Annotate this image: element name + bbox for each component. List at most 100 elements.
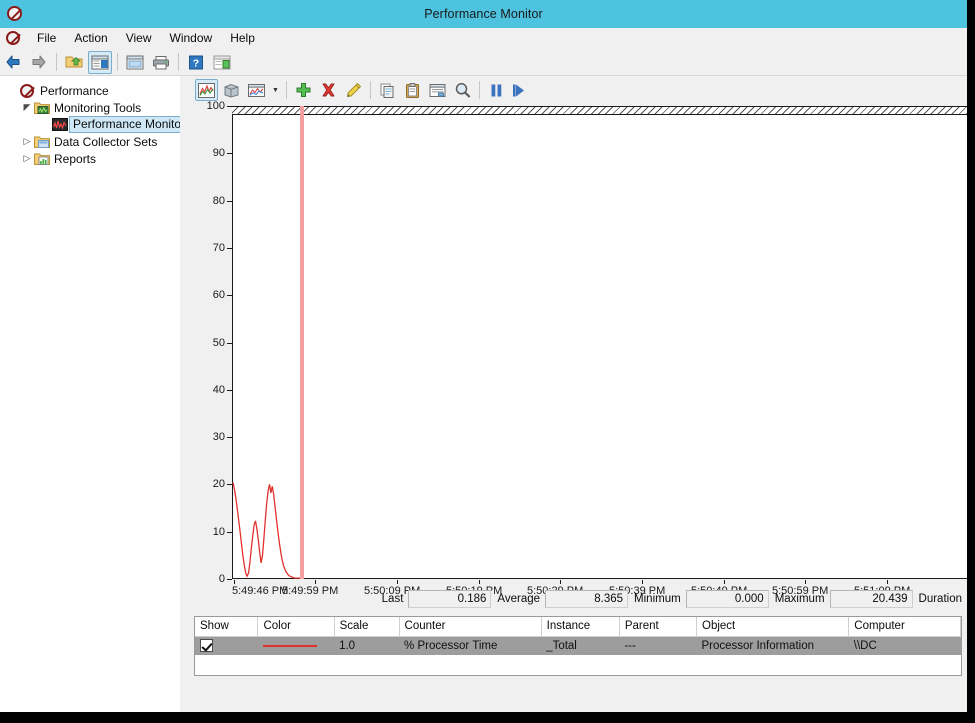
toolbar-separator xyxy=(56,53,57,71)
x-tick-mark xyxy=(724,580,725,584)
series-line-processor-time xyxy=(233,483,296,579)
copy-properties-icon[interactable] xyxy=(376,79,399,101)
legend-header-row: Show Color Scale Counter Instance Parent… xyxy=(195,617,961,636)
y-tick-mark xyxy=(227,484,232,485)
y-tick-label: 0 xyxy=(188,573,225,585)
legend-table: Show Color Scale Counter Instance Parent… xyxy=(195,617,961,655)
chart-area: 01020304050607080901005:49:46 PM5:49:59 … xyxy=(188,104,967,704)
sidebar-item-label: Performance xyxy=(37,84,109,98)
help-icon[interactable]: ? xyxy=(184,51,208,74)
performance-monitor-pane: ▼ xyxy=(188,76,967,712)
menu-bar: File Action View Window Help xyxy=(0,28,967,49)
change-graph-type-caret-icon[interactable]: ▼ xyxy=(269,79,282,101)
add-counter-icon[interactable] xyxy=(292,79,315,101)
new-window-icon[interactable] xyxy=(210,51,234,74)
x-tick-mark xyxy=(234,580,235,584)
sidebar-item-monitoring-tools[interactable]: ◤ Monitoring Tools xyxy=(0,99,186,116)
stat-value-last[interactable]: 0.186 xyxy=(408,590,491,608)
legend-col-color[interactable]: Color xyxy=(258,617,334,636)
update-data-icon[interactable] xyxy=(510,79,533,101)
x-tick-mark xyxy=(887,580,888,584)
sidebar-item-reports[interactable]: ▷ Reports xyxy=(0,150,186,167)
menu-action[interactable]: Action xyxy=(65,29,116,47)
console-tree-pane: Performance ◤ Monitoring Tools xyxy=(0,76,187,712)
monitoring-tools-folder-icon xyxy=(34,101,51,115)
statistics-bar: Last 0.186 Average 8.365 Minimum 0.000 M… xyxy=(188,586,967,612)
toolbar-separator xyxy=(178,53,179,71)
y-tick-label: 40 xyxy=(188,384,225,396)
legend-computer-cell: \\DC xyxy=(849,636,961,655)
sidebar-item-performance-monitor[interactable]: Performance Monitor xyxy=(0,116,186,133)
paste-counter-list-icon[interactable] xyxy=(401,79,424,101)
stat-label-average: Average xyxy=(491,593,545,605)
toolbar-separator xyxy=(117,53,118,71)
legend-col-object[interactable]: Object xyxy=(697,617,849,636)
tree-twisty-collapsed-icon[interactable]: ▷ xyxy=(20,153,34,164)
stat-value-average[interactable]: 8.365 xyxy=(545,590,628,608)
stat-label-maximum: Maximum xyxy=(769,593,830,605)
delete-counter-icon[interactable] xyxy=(317,79,340,101)
freeze-display-icon[interactable] xyxy=(485,79,508,101)
performance-monitor-window: Performance Monitor File Action View Win… xyxy=(0,0,975,723)
legend-col-scale[interactable]: Scale xyxy=(334,617,399,636)
graph-toolbar: ▼ xyxy=(188,76,967,104)
stat-value-minimum[interactable]: 0.000 xyxy=(686,590,769,608)
counter-legend: Show Color Scale Counter Instance Parent… xyxy=(194,616,962,676)
y-tick-label: 60 xyxy=(188,289,225,301)
y-tick-mark xyxy=(227,437,232,438)
zoom-icon[interactable] xyxy=(451,79,474,101)
svg-text:?: ? xyxy=(193,57,199,69)
stat-label-minimum: Minimum xyxy=(628,593,686,605)
y-tick-mark xyxy=(227,153,232,154)
legend-show-checkbox-cell[interactable] xyxy=(195,636,258,655)
back-icon[interactable] xyxy=(1,51,25,74)
tree-twisty-expanded-icon[interactable]: ◤ xyxy=(20,102,34,113)
y-tick-label: 80 xyxy=(188,195,225,207)
y-tick-label: 50 xyxy=(188,337,225,349)
legend-col-counter[interactable]: Counter xyxy=(399,617,541,636)
y-tick-label: 20 xyxy=(188,478,225,490)
sidebar-item-label: Reports xyxy=(51,152,96,166)
menu-window[interactable]: Window xyxy=(161,29,222,47)
properties-icon[interactable] xyxy=(123,51,147,74)
menu-view[interactable]: View xyxy=(117,29,161,47)
sidebar-item-performance[interactable]: Performance xyxy=(0,82,186,99)
series-color-swatch xyxy=(263,645,317,647)
view-graph-icon[interactable] xyxy=(195,79,218,101)
up-folder-icon[interactable] xyxy=(62,51,86,74)
legend-col-instance[interactable]: Instance xyxy=(541,617,619,636)
reports-folder-icon xyxy=(34,152,51,166)
y-tick-mark xyxy=(227,579,232,580)
main-toolbar: ? xyxy=(0,49,967,76)
view-report-icon[interactable] xyxy=(245,79,268,101)
y-tick-mark xyxy=(227,295,232,296)
print-icon[interactable] xyxy=(149,51,173,74)
stat-value-maximum[interactable]: 20.439 xyxy=(830,590,913,608)
legend-col-computer[interactable]: Computer xyxy=(849,617,961,636)
console-tree: Performance ◤ Monitoring Tools xyxy=(0,76,186,167)
show-console-tree-icon[interactable] xyxy=(88,51,112,74)
properties-icon[interactable] xyxy=(426,79,449,101)
show-checkbox[interactable] xyxy=(200,639,213,652)
pane-splitter[interactable] xyxy=(180,76,188,712)
tree-twisty-collapsed-icon[interactable]: ▷ xyxy=(20,136,34,147)
y-tick-label: 100 xyxy=(188,100,225,112)
legend-col-parent[interactable]: Parent xyxy=(619,617,696,636)
legend-object-cell: Processor Information xyxy=(697,636,849,655)
toolbar-separator xyxy=(370,81,371,99)
window-right-edge xyxy=(967,0,975,723)
scan-line xyxy=(300,106,304,579)
y-tick-label: 30 xyxy=(188,431,225,443)
highlight-icon[interactable] xyxy=(342,79,365,101)
toolbar-separator xyxy=(479,81,480,99)
legend-col-show[interactable]: Show xyxy=(195,617,258,636)
forward-icon[interactable] xyxy=(27,51,51,74)
view-histogram-icon[interactable] xyxy=(220,79,243,101)
window-bottom-edge xyxy=(0,712,975,723)
title-bar: Performance Monitor xyxy=(0,0,967,28)
sidebar-item-data-collector-sets[interactable]: ▷ Data Collector Sets xyxy=(0,133,186,150)
menu-file[interactable]: File xyxy=(28,29,65,47)
menu-help[interactable]: Help xyxy=(221,29,264,47)
system-menu-icon[interactable] xyxy=(6,31,20,45)
table-row[interactable]: 1.0 % Processor Time _Total --- Processo… xyxy=(195,636,961,655)
